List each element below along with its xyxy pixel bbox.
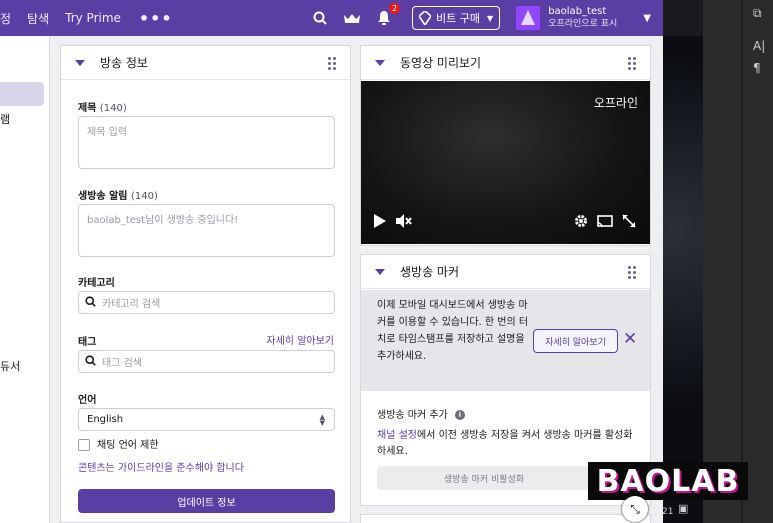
chevron-down-icon: ▼: [487, 13, 494, 23]
category-label: 카테고리: [78, 278, 115, 289]
next-panel: [360, 514, 651, 523]
search-icon: [85, 354, 96, 369]
character-icon[interactable]: A|: [753, 39, 765, 53]
video-player[interactable]: 오프라인: [361, 81, 650, 244]
title-label: 제목 (140): [78, 103, 127, 114]
drag-handle-icon[interactable]: [628, 57, 636, 71]
notice-text: 이제 모바일 대시보드에서 생방송 마커를 이용할 수 있습니다. 한 번의 터…: [377, 300, 529, 362]
marker-description: 채널 설정에서 이전 생방송 저장을 켜서 생방송 마커를 활성화하세요.: [377, 430, 633, 457]
drag-handle-icon[interactable]: [628, 266, 636, 280]
video-preview-header[interactable]: 동영상 미리보기: [361, 46, 650, 80]
tags-label: 태그: [78, 337, 97, 348]
add-marker-label: 생방송 마커 추가 i: [377, 406, 465, 421]
settings-gear-icon[interactable]: [574, 214, 588, 232]
stream-marker-disabled-button[interactable]: 생방송 마커 비활성화: [377, 466, 591, 490]
search-icon[interactable]: [310, 8, 330, 28]
crown-icon[interactable]: [342, 8, 362, 28]
collapse-caret-icon[interactable]: [375, 268, 385, 275]
close-icon[interactable]: ✕: [623, 329, 637, 349]
chat-language-restrict[interactable]: 채팅 언어 제한: [78, 436, 159, 451]
category-search-input[interactable]: 카테고리 검색: [78, 291, 335, 314]
editor-tool-panel: [703, 0, 773, 523]
dashboard-main: 방송 정보 제목 (140) 제목 입력 생방송 알림 (140) baolab…: [50, 36, 663, 523]
panel-title: 방송 정보: [100, 56, 148, 70]
update-info-button[interactable]: 업데이트 정보: [78, 489, 335, 513]
sidebar-item-active[interactable]: [0, 82, 44, 106]
learn-more-button[interactable]: 자세히 알아보기: [533, 329, 618, 353]
video-preview-panel: 동영상 미리보기 오프라인: [360, 45, 651, 246]
panel-title: 생방송 마커: [400, 265, 460, 279]
notifications-bell-icon[interactable]: 2: [374, 3, 401, 28]
stream-info-panel: 방송 정보 제목 (140) 제목 입력 생방송 알림 (140) baolab…: [60, 45, 351, 523]
tags-learn-more-link[interactable]: 자세히 알아보기: [266, 332, 334, 347]
nav-link-following[interactable]: 정: [0, 10, 11, 27]
left-sidebar: 램 듀서: [0, 36, 50, 523]
user-status: 오프라인으로 표시: [548, 19, 618, 29]
info-icon[interactable]: i: [454, 410, 465, 420]
top-navigation-bar: 정 탐색 Try Prime ••• 2 비트 구매 ▼ baolab_test…: [0, 0, 663, 36]
stream-markers-header[interactable]: 생방송 마커: [361, 255, 650, 289]
language-label: 언어: [78, 395, 97, 406]
collapse-caret-icon[interactable]: [375, 59, 385, 66]
guidelines-link[interactable]: 콘텐츠는 가이드라인을 준수해야 합니다: [78, 459, 244, 474]
timeline-number: 21: [662, 507, 674, 517]
tags-search-input[interactable]: 태그 검색: [78, 350, 335, 373]
panel-title: 동영상 미리보기: [400, 56, 482, 70]
editor-panel-divider: [741, 0, 743, 523]
notification-label: 생방송 알림 (140): [78, 191, 158, 202]
nav-link-try-prime[interactable]: Try Prime: [65, 11, 121, 25]
user-menu-caret-icon[interactable]: ▼: [643, 13, 651, 24]
buy-bits-button[interactable]: 비트 구매 ▼: [412, 6, 501, 30]
chat-language-checkbox[interactable]: [78, 439, 90, 451]
buy-bits-label: 비트 구매: [436, 12, 481, 25]
layers-icon[interactable]: ⧉: [753, 6, 762, 21]
title-input[interactable]: 제목 입력: [78, 116, 335, 169]
notification-input[interactable]: baolab_test님이 생방송 중입니다!: [78, 204, 335, 257]
offline-label: 오프라인: [593, 96, 638, 110]
search-icon: [85, 295, 96, 310]
select-arrows-icon: ▲ ▼: [319, 413, 325, 427]
chat-language-label: 채팅 언어 제한: [97, 440, 159, 451]
more-menu-button[interactable]: •••: [139, 9, 173, 28]
cast-icon[interactable]: [597, 215, 613, 232]
paragraph-icon[interactable]: ¶: [753, 61, 761, 75]
background-window-top: [663, 0, 703, 36]
background-window: [663, 36, 703, 523]
sidebar-item-fragment[interactable]: 듀서: [0, 358, 20, 374]
channel-settings-link[interactable]: 채널 설정: [377, 430, 417, 441]
collapse-caret-icon[interactable]: [75, 59, 85, 66]
mute-icon[interactable]: [396, 214, 412, 232]
language-value: English: [87, 414, 124, 425]
expand-arrows-icon[interactable]: ⤡: [622, 496, 648, 522]
sidebar-item-fragment[interactable]: 램: [0, 111, 10, 127]
baolab-watermark-logo: BAOLAB: [588, 462, 748, 500]
tags-placeholder: 태그 검색: [102, 358, 142, 369]
bits-icon: [419, 11, 432, 25]
chat-icon[interactable]: ▣: [678, 502, 688, 515]
language-select[interactable]: English ▲ ▼: [78, 408, 335, 431]
stream-info-header[interactable]: 방송 정보: [61, 46, 350, 80]
fullscreen-icon[interactable]: [622, 214, 636, 232]
avatar: [516, 6, 541, 30]
nav-link-browse[interactable]: 탐색: [27, 10, 49, 27]
play-icon[interactable]: [373, 214, 386, 232]
mobile-markers-notice: 이제 모바일 대시보드에서 생방송 마커를 이용할 수 있습니다. 한 번의 터…: [361, 290, 650, 391]
category-placeholder: 카테고리 검색: [102, 299, 161, 310]
user-name: baolab_test: [548, 6, 607, 17]
drag-handle-icon[interactable]: [328, 57, 336, 71]
notification-count-badge: 2: [389, 3, 401, 14]
user-menu[interactable]: baolab_test 오프라인으로 표시 ▼: [516, 6, 651, 30]
